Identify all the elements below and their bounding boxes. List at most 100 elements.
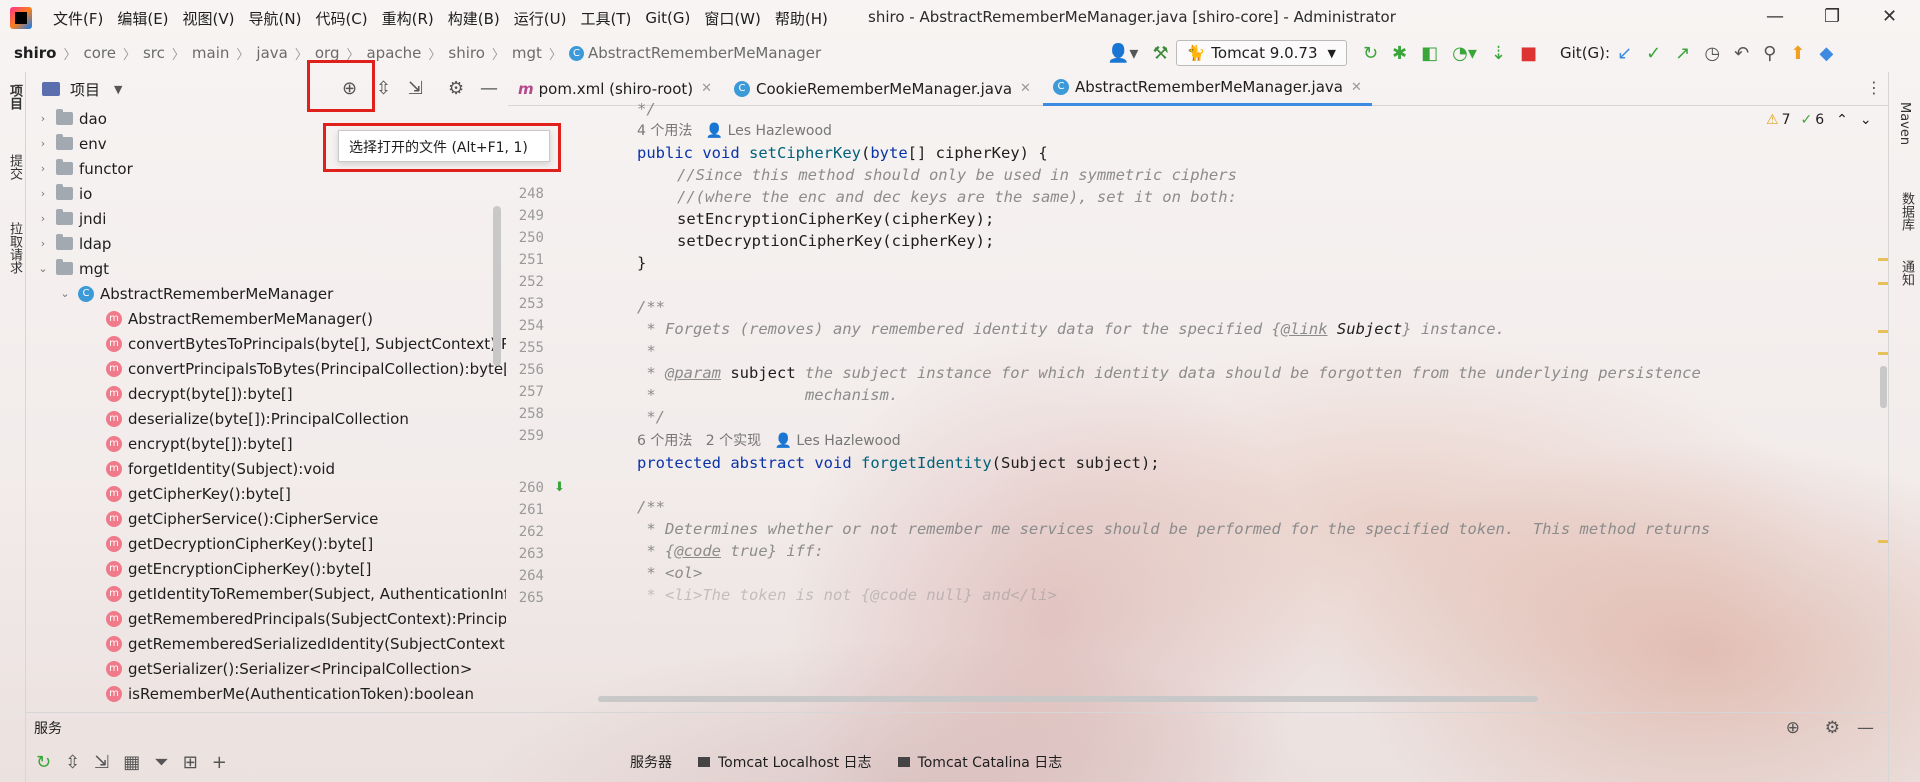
tool-window-commit[interactable]: 提交 [5, 154, 24, 180]
tool-window-pull-requests[interactable]: 拉取请求 [5, 222, 24, 274]
usage-count[interactable]: 6 个用法 [637, 433, 692, 449]
menu-edit[interactable]: 编辑(E) [110, 8, 175, 29]
tree-folder-functor[interactable]: › functor [36, 156, 133, 181]
update-icon[interactable]: ⬆ [1790, 43, 1805, 64]
history-icon[interactable]: ◷ [1704, 43, 1720, 64]
add-icon[interactable]: + [212, 752, 227, 773]
tree-folder-mgt[interactable]: ⌄ mgt [36, 256, 109, 281]
tree-folder-env[interactable]: › env [36, 131, 107, 156]
tree-folder-dao[interactable]: › dao [36, 106, 107, 131]
run-config-dropdown[interactable]: 🐈 Tomcat 9.0.73 ▼ [1175, 40, 1347, 66]
tool-window-notifications[interactable]: 通知 [1897, 260, 1916, 286]
more-tabs-icon[interactable]: ⋮ [1866, 78, 1882, 97]
debug-icon[interactable]: ✱ [1392, 43, 1407, 64]
user-profile-icon[interactable]: 👤▾ [1107, 43, 1138, 64]
menu-window[interactable]: 窗口(W) [697, 8, 768, 29]
usage-count[interactable]: 4 个用法 [637, 123, 692, 139]
author-hint[interactable]: Les Hazlewood [728, 123, 832, 139]
menu-refactor[interactable]: 重构(R) [375, 8, 441, 29]
tree-method[interactable]: m deserialize(byte[]):PrincipalCollection [106, 406, 409, 431]
tree-method[interactable]: m getDecryptionCipherKey():byte[] [106, 531, 373, 556]
tab-cookie-remember-me[interactable]: C CookieRememberMeManager.java ✕ [724, 72, 1041, 106]
menu-help[interactable]: 帮助(H) [768, 8, 835, 29]
error-stripe-mark[interactable] [1878, 282, 1888, 285]
tree-class[interactable]: ⌄ C AbstractRememberMeManager [58, 281, 333, 306]
tree-folder-ldap[interactable]: › ldap [36, 231, 111, 256]
menu-code[interactable]: 代码(C) [308, 8, 374, 29]
chevron-down-icon[interactable]: ▼ [114, 83, 122, 96]
select-opened-file-icon[interactable]: ⊕ [1786, 718, 1800, 738]
git-update-icon[interactable]: ↙ [1617, 43, 1632, 64]
filter-icon[interactable]: ⏷ [154, 752, 168, 773]
breadcrumb-item[interactable]: shiro [14, 44, 56, 62]
tree-method[interactable]: m encrypt(byte[]):byte[] [106, 431, 293, 456]
menu-tools[interactable]: 工具(T) [573, 8, 638, 29]
previous-highlight-icon[interactable]: ⌃ [1836, 112, 1848, 128]
tree-method[interactable]: m isRememberMe(AuthenticationToken):boole… [106, 681, 474, 706]
git-commit-icon[interactable]: ✓ [1646, 43, 1661, 64]
editor-vertical-scrollbar[interactable] [1880, 366, 1887, 408]
close-window-icon[interactable]: ✕ [1882, 6, 1897, 27]
tool-window-database[interactable]: 数据库 [1897, 192, 1916, 231]
coverage-icon[interactable]: ◧ [1421, 43, 1438, 64]
tree-method[interactable]: m getRememberedPrincipals(SubjectContext)… [106, 606, 506, 631]
build-hammer-icon[interactable]: ⚒ [1152, 43, 1168, 64]
minimize-icon[interactable]: — [1766, 6, 1784, 27]
tree-scrollbar[interactable] [493, 206, 501, 366]
inspection-widget[interactable]: ⚠ 7 ✓ 6 ⌃ ⌄ [1766, 112, 1872, 128]
breadcrumb-item[interactable]: mgt [512, 44, 542, 62]
tree-method[interactable]: m decrypt(byte[]):byte[] [106, 381, 293, 406]
tab-server[interactable]: 服务器 [630, 752, 672, 772]
tree-method[interactable]: m convertPrincipalsToBytes(PrincipalColle… [106, 356, 506, 381]
new-tab-icon[interactable]: ⊞ [183, 752, 198, 773]
menu-navigate[interactable]: 导航(N) [242, 8, 309, 29]
hide-panel-icon[interactable]: — [1857, 718, 1874, 738]
breadcrumb-item[interactable]: java [256, 44, 287, 62]
tab-tomcat-catalina-log[interactable]: Tomcat Catalina 日志 [897, 752, 1062, 772]
tree-method[interactable]: m AbstractRememberMeManager() [106, 306, 373, 331]
tree-method[interactable]: m getEncryptionCipherKey():byte[] [106, 556, 371, 581]
tree-folder-io[interactable]: › io [36, 181, 92, 206]
tree-folder-jndi[interactable]: › jndi [36, 206, 106, 231]
project-panel-title[interactable]: 项目 [70, 79, 100, 100]
tree-method[interactable]: m forgetIdentity(Subject):void [106, 456, 335, 481]
breadcrumb-item[interactable]: src [143, 44, 165, 62]
menu-build[interactable]: 构建(B) [441, 8, 507, 29]
jetbrains-icon[interactable]: ◆ [1819, 43, 1833, 64]
tab-pom-xml[interactable]: m pom.xml (shiro-root) ✕ [508, 72, 722, 106]
refresh-icon[interactable]: ↻ [36, 752, 51, 773]
tool-window-maven[interactable]: Maven [1897, 102, 1912, 145]
breadcrumb-item[interactable]: AbstractRememberMeManager [588, 44, 821, 62]
rerun-icon[interactable]: ↻ [1363, 43, 1378, 64]
implemented-gutter-icon[interactable]: ⬇ [554, 480, 565, 495]
error-stripe-mark[interactable] [1878, 330, 1888, 333]
next-highlight-icon[interactable]: ⌄ [1860, 112, 1872, 128]
close-icon[interactable]: ✕ [1020, 81, 1031, 96]
author-hint[interactable]: Les Hazlewood [796, 433, 900, 449]
rollback-icon[interactable]: ↶ [1734, 43, 1749, 64]
expand-all-icon[interactable]: ⇳ [65, 752, 80, 773]
breadcrumb-item[interactable]: shiro [448, 44, 485, 62]
collapse-all-icon[interactable]: ⇲ [408, 78, 423, 99]
tab-tomcat-localhost-log[interactable]: Tomcat Localhost 日志 [698, 752, 872, 772]
tree-method[interactable]: m convertBytesToPrincipals(byte[], Subjec… [106, 331, 506, 356]
menu-view[interactable]: 视图(V) [176, 8, 242, 29]
tree-method[interactable]: m getCipherService():CipherService [106, 506, 378, 531]
close-icon[interactable]: ✕ [701, 81, 712, 96]
implementations-count[interactable]: 2 个实现 [706, 433, 761, 449]
expand-all-icon[interactable]: ⇳ [376, 78, 391, 99]
gear-icon[interactable]: ⚙ [1825, 718, 1840, 738]
error-stripe-mark[interactable] [1878, 258, 1888, 261]
tool-window-project[interactable]: 项目 [5, 84, 24, 110]
menu-run[interactable]: 运行(U) [507, 8, 574, 29]
gear-icon[interactable]: ⚙ [448, 78, 464, 99]
code-editor[interactable]: */ 4 个用法 👤 Les Hazlewood public void set… [590, 100, 1880, 706]
menu-git[interactable]: Git(G) [638, 9, 697, 27]
menu-file[interactable]: 文件(F) [46, 8, 110, 29]
stop-icon[interactable]: ■ [1520, 43, 1537, 64]
close-icon[interactable]: ✕ [1351, 80, 1362, 95]
error-stripe-mark[interactable] [1878, 540, 1888, 543]
maximize-icon[interactable]: ❐ [1824, 6, 1840, 27]
profile-icon[interactable]: ◔▾ [1452, 43, 1477, 64]
breadcrumb-item[interactable]: main [192, 44, 229, 62]
